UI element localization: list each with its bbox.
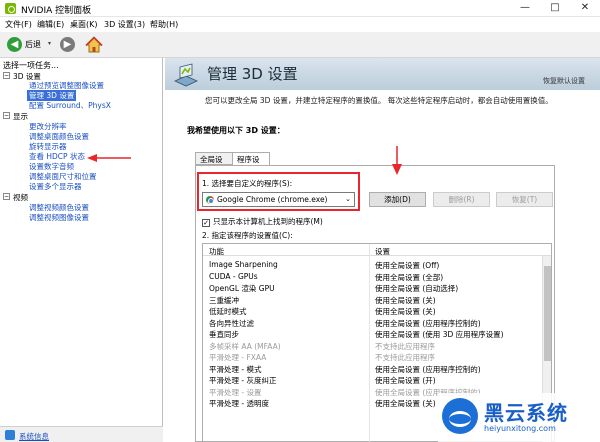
row-feature: OpenGL 渲染 GPU	[209, 284, 275, 293]
row-setting[interactable]: 不支持此应用程序	[375, 341, 435, 352]
row-setting[interactable]: 使用全局设置 (Off)	[375, 260, 439, 271]
row-feature: 多帧采样 AA (MFAA)	[209, 341, 281, 351]
annotation-arrow-down-icon	[392, 146, 402, 175]
table-row[interactable]: Image Sharpening 使用全局设置 (Off)	[203, 259, 543, 270]
table-row[interactable]: 垂直同步 使用全局设置 (使用 3D 应用程序设置)	[203, 328, 543, 339]
show-local-programs-checkbox[interactable]: ✓	[202, 219, 210, 227]
row-setting[interactable]: 使用全局设置 (开)	[375, 375, 436, 386]
3d-settings-icon	[174, 63, 198, 87]
row-setting[interactable]: 不支持此应用程序	[375, 352, 435, 363]
grid-header-feature: 功能	[209, 247, 224, 256]
annotation-arrow-left-icon	[87, 154, 131, 162]
table-row[interactable]: 平滑处理 - 灰度纠正 使用全局设置 (开)	[203, 374, 543, 385]
menu-3d-settings[interactable]: 3D 设置(3)	[104, 19, 145, 30]
tree-item-multi-display[interactable]: 设置多个显示器	[29, 181, 82, 192]
show-local-programs-option[interactable]: ✓ 只显示本计算机上找到的程序(M)	[202, 216, 323, 227]
row-setting[interactable]: 使用全局设置 (关)	[375, 295, 436, 306]
table-row[interactable]: 多帧采样 AA (MFAA) 不支持此应用程序	[203, 340, 543, 351]
remove-program-button[interactable]: 删除(R)	[433, 192, 490, 207]
menu-desktop[interactable]: 桌面(K)	[70, 19, 98, 30]
row-setting[interactable]: 使用全局设置 (自动选择)	[375, 283, 458, 294]
task-sidebar: 选择一项任务... − 3D 设置 通过预览调整图像设置 管理 3D 设置 配置…	[0, 58, 163, 426]
tab-program-settings[interactable]: 程序设置	[232, 152, 270, 175]
maximize-button[interactable]: □	[540, 0, 570, 17]
table-row[interactable]: 低延时模式 使用全局设置 (关)	[203, 305, 543, 316]
row-setting[interactable]: 使用全局设置 (应用程序控制的)	[375, 318, 481, 329]
row-feature: CUDA - GPUs	[209, 271, 258, 281]
row-feature: 垂直同步	[209, 330, 239, 339]
tree-item-surround-physx[interactable]: 配置 Surround、PhysX	[29, 100, 111, 111]
table-row[interactable]: 平滑处理 - FXAA 不支持此应用程序	[203, 351, 543, 362]
page-title: 管理 3D 设置	[207, 65, 298, 83]
tree-item-video-image[interactable]: 调整视频图像设置	[29, 212, 89, 223]
watermark: 黑云系统 heiyunxitong.com	[438, 393, 600, 442]
restore-defaults-link[interactable]: 恢复默认设置	[543, 76, 585, 86]
row-feature: 平滑处理 - 灰度纠正	[209, 376, 277, 385]
collapse-display-icon[interactable]: −	[3, 112, 10, 119]
back-button-label[interactable]: 后退	[25, 39, 41, 50]
table-row[interactable]: CUDA - GPUs 使用全局设置 (全部)	[203, 271, 543, 282]
main-content: 管理 3D 设置 恢复默认设置 您可以更改全局 3D 设置，并建立特定程序的置换…	[165, 58, 600, 442]
toolbar: ◀ 后退 ▾ ▶	[0, 32, 600, 58]
task-list-header: 选择一项任务...	[3, 61, 59, 70]
row-setting[interactable]: 使用全局设置 (使用 3D 应用程序设置)	[375, 329, 504, 340]
row-feature: 低延时模式	[209, 307, 247, 316]
page-description: 您可以更改全局 3D 设置，并建立特定程序的置换值。 每次这些特定程序启动时，都…	[205, 96, 553, 105]
row-feature: Image Sharpening	[209, 260, 278, 269]
table-row[interactable]: 各向异性过滤 使用全局设置 (应用程序控制的)	[203, 317, 543, 328]
system-info-icon[interactable]	[5, 430, 15, 440]
minimize-button[interactable]: —	[510, 0, 540, 17]
menu-bar: 文件(F) 编辑(E) 桌面(K) 3D 设置(3) 帮助(H)	[0, 17, 600, 32]
back-history-dropdown-icon[interactable]: ▾	[48, 40, 51, 47]
menu-help[interactable]: 帮助(H)	[150, 19, 178, 30]
system-info-link[interactable]: 系统信息	[19, 431, 49, 442]
menu-file[interactable]: 文件(F)	[5, 19, 32, 30]
tree-group-video[interactable]: 视频	[13, 192, 28, 203]
nvidia-control-panel-window: NVIDIA 控制面板 — □ ✕ 文件(F) 编辑(E) 桌面(K) 3D 设…	[0, 0, 600, 442]
tree-group-display[interactable]: 显示	[13, 111, 28, 122]
table-row[interactable]: 三重缓冲 使用全局设置 (关)	[203, 294, 543, 305]
collapse-3d-icon[interactable]: −	[3, 72, 10, 79]
row-setting[interactable]: 使用全局设置 (关)	[375, 398, 436, 409]
watermark-url: heiyunxitong.com	[484, 424, 556, 433]
grid-header: 功能 设置	[203, 244, 551, 256]
watermark-text: 黑云系统	[484, 401, 568, 425]
row-feature: 各向异性过滤	[209, 318, 254, 328]
section-heading: 我希望使用以下 3D 设置：	[187, 126, 285, 135]
grid-header-setting: 设置	[375, 247, 390, 256]
table-row[interactable]: 平滑处理 - 模式 使用全局设置 (应用程序控制的)	[203, 363, 543, 374]
table-row[interactable]: OpenGL 渲染 GPU 使用全局设置 (自动选择)	[203, 282, 543, 293]
forward-arrow-icon[interactable]: ▶	[60, 37, 75, 52]
restore-program-button[interactable]: 恢复(T)	[496, 192, 553, 207]
back-arrow-icon[interactable]: ◀	[7, 37, 22, 52]
collapse-video-icon[interactable]: −	[3, 193, 10, 200]
row-feature: 平滑处理 - 模式	[209, 364, 262, 374]
close-button[interactable]: ✕	[570, 0, 600, 17]
window-title: NVIDIA 控制面板	[21, 6, 92, 16]
row-feature: 三重缓冲	[209, 295, 239, 305]
grid-scrollbar-thumb[interactable]	[544, 266, 551, 361]
page-banner: 管理 3D 设置 恢复默认设置	[165, 58, 600, 90]
nvidia-logo-icon	[5, 3, 16, 14]
show-local-programs-label: 只显示本计算机上找到的程序(M)	[213, 217, 323, 226]
row-setting[interactable]: 使用全局设置 (应用程序控制的)	[375, 364, 481, 375]
title-bar: NVIDIA 控制面板 — □ ✕	[0, 0, 600, 17]
row-feature: 平滑处理 - 设置	[209, 387, 262, 397]
watermark-logo-icon	[442, 398, 478, 434]
sidebar-footer: 系统信息	[0, 426, 163, 442]
row-setting[interactable]: 使用全局设置 (关)	[375, 306, 436, 317]
tab-global-settings[interactable]: 全局设置	[195, 152, 233, 175]
menu-edit[interactable]: 编辑(E)	[37, 19, 64, 30]
home-icon[interactable]	[85, 36, 103, 54]
row-feature: 平滑处理 - FXAA	[209, 353, 267, 362]
add-program-button[interactable]: 添加(D)	[369, 192, 426, 207]
row-setting[interactable]: 使用全局设置 (全部)	[375, 272, 443, 283]
highlight-box	[197, 172, 360, 211]
row-feature: 平滑处理 - 透明度	[209, 399, 269, 408]
step2-label: 2. 指定该程序的设置值(C):	[202, 231, 293, 240]
